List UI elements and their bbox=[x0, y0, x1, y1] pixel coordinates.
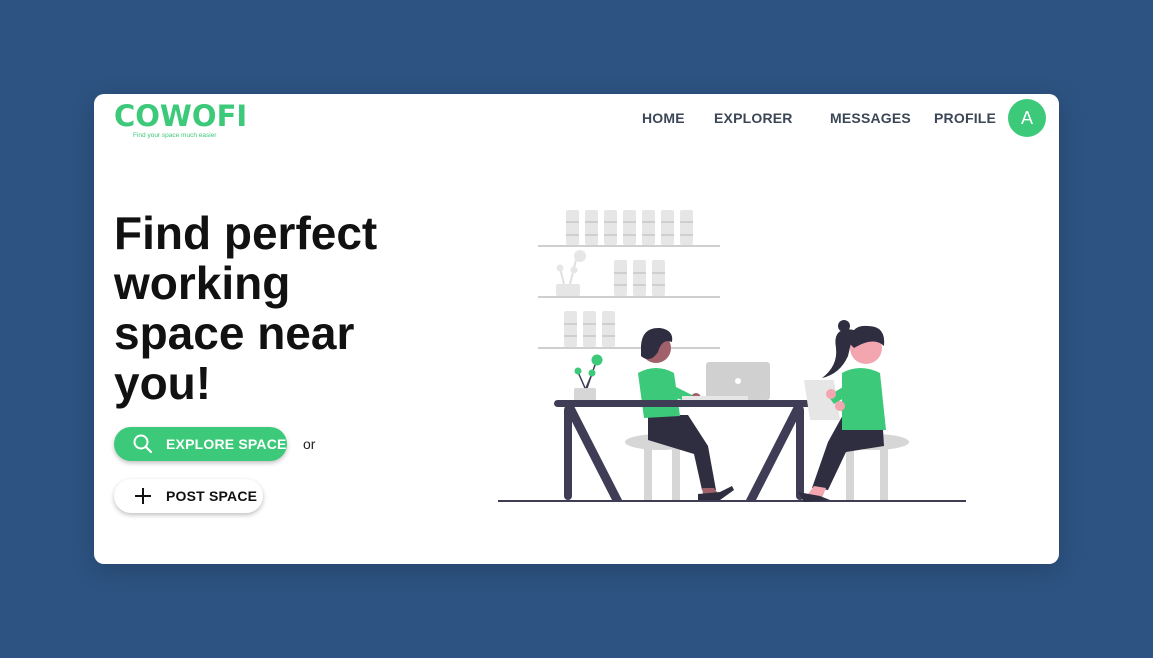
avatar[interactable]: A bbox=[1008, 99, 1046, 137]
nav-profile[interactable]: PROFILE bbox=[934, 110, 996, 126]
floor-line bbox=[498, 500, 966, 502]
hero-headline: Find perfect working space near you! bbox=[114, 207, 378, 409]
plus-icon bbox=[131, 484, 155, 508]
post-space-button[interactable]: POST SPACE bbox=[114, 479, 263, 513]
search-icon bbox=[131, 432, 155, 456]
nav-messages[interactable]: MESSAGES bbox=[830, 110, 911, 126]
logo[interactable]: COWOFI Find your space much easier bbox=[114, 99, 248, 140]
explore-space-label: EXPLORE SPACE bbox=[166, 436, 287, 452]
person-right bbox=[798, 320, 886, 502]
or-text: or bbox=[303, 436, 316, 452]
explore-space-button[interactable]: EXPLORE SPACE bbox=[114, 427, 287, 461]
logo-tagline: Find your space much easier bbox=[133, 132, 217, 139]
nav-home[interactable]: HOME bbox=[642, 110, 685, 126]
desk-plant bbox=[574, 354, 603, 402]
coworking-illustration bbox=[498, 210, 966, 502]
person-left bbox=[638, 327, 734, 500]
post-space-label: POST SPACE bbox=[166, 488, 258, 504]
main-card: COWOFI Find your space much easier HOME … bbox=[94, 94, 1059, 564]
nav-explorer[interactable]: EXPLORER bbox=[714, 110, 793, 126]
shelves bbox=[538, 210, 720, 349]
logo-wordmark: COWOFI bbox=[114, 99, 248, 133]
